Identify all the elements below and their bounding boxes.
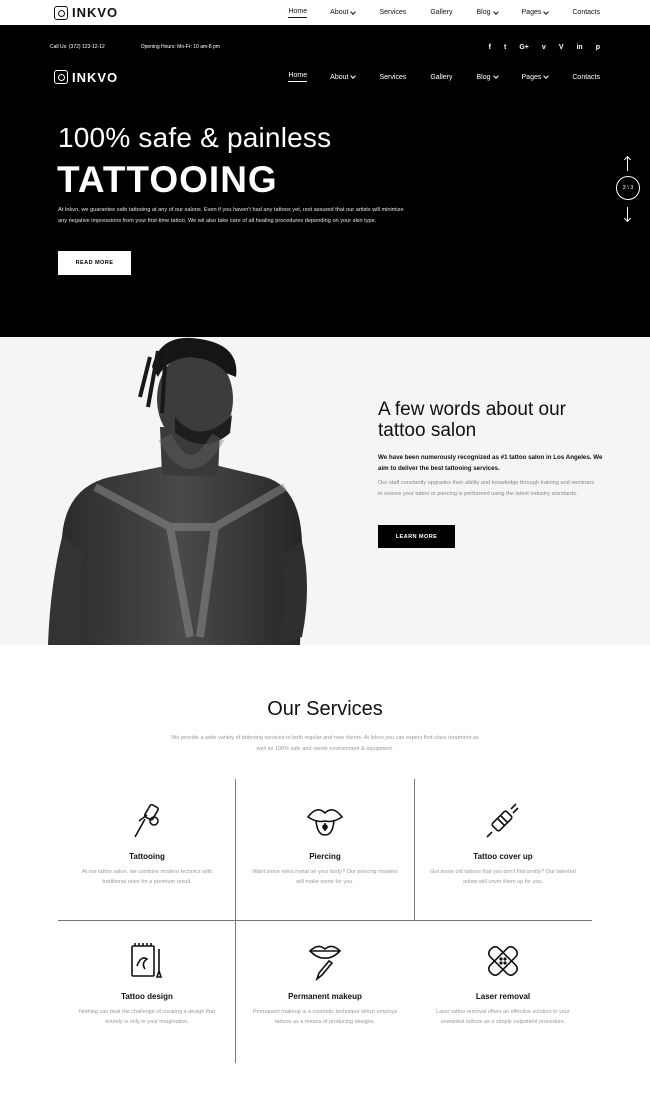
phone-info: Call Us: (372) 123-12-12 (50, 44, 105, 50)
nav-pages[interactable]: Pages (522, 72, 550, 82)
vimeo-icon[interactable]: v (542, 44, 546, 51)
services-subtitle: We provide a wide variety of tattooing s… (171, 735, 479, 752)
services-title: Our Services (267, 698, 383, 720)
about-section: A few words about our tattoo salon We ha… (0, 337, 650, 645)
nav-gallery[interactable]: Gallery (430, 8, 452, 18)
slider-controls: 3 \ 3 (616, 157, 640, 221)
hero-header: INKVO Home About Services Gallery Blog P… (54, 65, 600, 89)
social-links: f t G+ v V in p (489, 44, 600, 51)
service-name: Tattoo design (121, 992, 173, 1001)
top-header: INKVO Home About Services Gallery Blog P… (0, 0, 650, 25)
service-desc: Laser tattoo removal offers an effective… (436, 1009, 570, 1025)
tattoo-pen-icon (486, 803, 519, 838)
nav-contacts[interactable]: Contacts (572, 8, 600, 18)
about-text: Our staff constantly upgrades their abil… (378, 480, 595, 497)
nav-about[interactable]: About (330, 8, 357, 18)
service-card-makeup[interactable]: Permanent makeup Permanent makeup is a c… (236, 941, 414, 1027)
linkedin-icon[interactable]: in (576, 44, 582, 51)
tattoo-machine-icon (134, 803, 159, 838)
grid-divider (58, 920, 592, 921)
service-name: Piercing (309, 852, 341, 861)
opening-hours: Opening Hours: Mn-Fr: 10 am-8 pm (140, 44, 220, 50)
main-nav: Home About Services Gallery Blog Pages C… (288, 72, 600, 82)
nav-home[interactable]: Home (288, 72, 308, 82)
service-card-cover-up[interactable]: Tattoo cover up Got some old tattoos tha… (414, 801, 592, 887)
brand-name: INKVO (72, 69, 119, 85)
service-name: Laser removal (475, 992, 531, 1001)
brand-logo[interactable]: INKVO (54, 70, 118, 85)
nav-gallery[interactable]: Gallery (430, 72, 452, 82)
chevron-down-icon (350, 73, 357, 79)
logo-mark-icon (54, 70, 68, 84)
lips-brush-icon (308, 945, 342, 981)
tattooed-man-photo (48, 337, 307, 645)
service-card-laser-removal[interactable]: Laser removal Laser tattoo removal offer… (414, 941, 592, 1027)
logo-mark-icon (54, 5, 68, 20)
sketchbook-icon (131, 943, 163, 978)
chevron-down-icon (350, 8, 357, 15)
learn-more-button[interactable]: LEARN MORE (378, 525, 455, 548)
tongue-piercing-icon (306, 809, 344, 836)
hero-title-line2: TATTOOING (57, 159, 278, 200)
twitter-icon[interactable]: t (504, 44, 506, 51)
hero-section: Call Us: (372) 123-12-12 Opening Hours: … (0, 25, 650, 337)
nav-blog[interactable]: Blog (477, 72, 499, 82)
pinterest-icon[interactable]: p (596, 44, 600, 51)
service-desc: Want some extra metal on your body? Our … (252, 869, 398, 885)
slide-counter: 3 \ 3 (616, 176, 640, 200)
service-card-piercing[interactable]: Piercing Want some extra metal on your b… (236, 801, 414, 887)
chevron-down-icon (543, 73, 550, 79)
service-name: Tattooing (129, 852, 165, 861)
nav-services[interactable]: Services (379, 72, 406, 82)
service-card-design[interactable]: Tattoo design Nothing can beat the chall… (58, 941, 236, 1027)
nav-services[interactable]: Services (379, 8, 406, 18)
arrow-down-icon[interactable] (627, 207, 628, 221)
service-name: Permanent makeup (288, 992, 362, 1001)
about-lead: We have been numerously recognized as #1… (378, 454, 603, 472)
hero-description: At Inkvo, we guarantee safe tattooing at… (58, 207, 404, 224)
service-name: Tattoo cover up (473, 852, 533, 861)
services-grid: Tattooing At our tattoo salon, we combin… (58, 779, 592, 1063)
main-nav: Home About Services Gallery Blog Pages C… (288, 8, 600, 18)
nav-home[interactable]: Home (288, 8, 308, 18)
brand-name: INKVO (72, 5, 119, 20)
chevron-down-icon (492, 73, 499, 79)
service-desc: Nothing can beat the challenge of creati… (78, 1009, 216, 1025)
nav-about[interactable]: About (330, 72, 357, 82)
nav-contacts[interactable]: Contacts (572, 72, 600, 82)
read-more-button[interactable]: READ MORE (58, 251, 131, 275)
facebook-icon[interactable]: f (489, 44, 491, 51)
bandage-icon (488, 946, 518, 976)
google-plus-icon[interactable]: G+ (519, 44, 529, 51)
vk-icon[interactable]: V (559, 44, 564, 51)
chevron-down-icon (543, 8, 550, 15)
service-desc: Permanent makeup is a cosmetic technique… (252, 1009, 398, 1025)
hero-title-line1: 100% safe & painless (58, 122, 332, 153)
brand-logo[interactable]: INKVO (54, 5, 118, 20)
service-desc: Got some old tattoos that you don't find… (430, 869, 576, 885)
arrow-up-icon[interactable] (627, 157, 628, 171)
nav-pages[interactable]: Pages (522, 8, 550, 18)
chevron-down-icon (492, 8, 499, 15)
info-bar: Call Us: (372) 123-12-12 Opening Hours: … (50, 40, 600, 54)
nav-blog[interactable]: Blog (477, 8, 499, 18)
service-card-tattooing[interactable]: Tattooing At our tattoo salon, we combin… (58, 801, 236, 887)
service-desc: At our tattoo salon, we combine modern t… (81, 869, 213, 885)
about-title: A few words about our tattoo salon (378, 399, 566, 441)
